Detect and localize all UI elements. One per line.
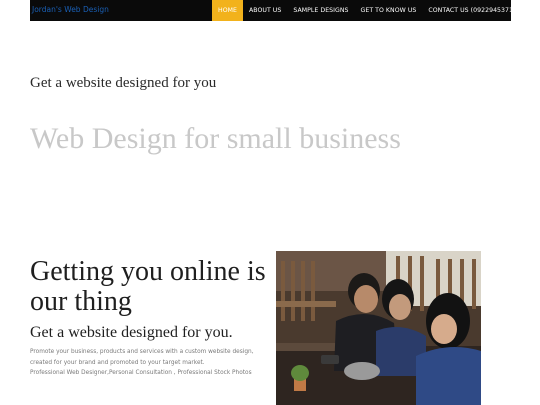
section-subheading: Get a website designed for you. xyxy=(30,324,233,341)
nav-item-get-to-know-us[interactable]: GET TO KNOW US xyxy=(355,0,423,21)
hero-subtitle: Get a website designed for you xyxy=(30,75,217,91)
section-body: Promote your business, products and serv… xyxy=(30,347,270,379)
nav-item-contact-us[interactable]: CONTACT US (09229453718) xyxy=(422,0,525,21)
body-line: created for your brand and promoted to y… xyxy=(30,359,205,366)
top-nav-bar: Jordan's Web Design HOME ABOUT US SAMPLE… xyxy=(30,0,519,21)
brand-logo-link[interactable]: Jordan's Web Design xyxy=(32,5,109,14)
nav-item-home[interactable]: HOME xyxy=(212,0,243,21)
section-heading: Getting you online is our thing xyxy=(30,256,266,317)
people-at-cafe-photo xyxy=(276,251,481,405)
hero-title: Web Design for small business xyxy=(30,122,401,155)
nav-menu: HOME ABOUT US SAMPLE DESIGNS GET TO KNOW… xyxy=(212,0,525,21)
body-line: Promote your business, products and serv… xyxy=(30,349,254,355)
nav-item-sample-designs[interactable]: SAMPLE DESIGNS xyxy=(287,0,354,21)
body-line: Professional Web Designer,Personal Consu… xyxy=(30,370,252,376)
photo-illustration xyxy=(276,251,481,405)
nav-item-about-us[interactable]: ABOUT US xyxy=(243,0,287,21)
